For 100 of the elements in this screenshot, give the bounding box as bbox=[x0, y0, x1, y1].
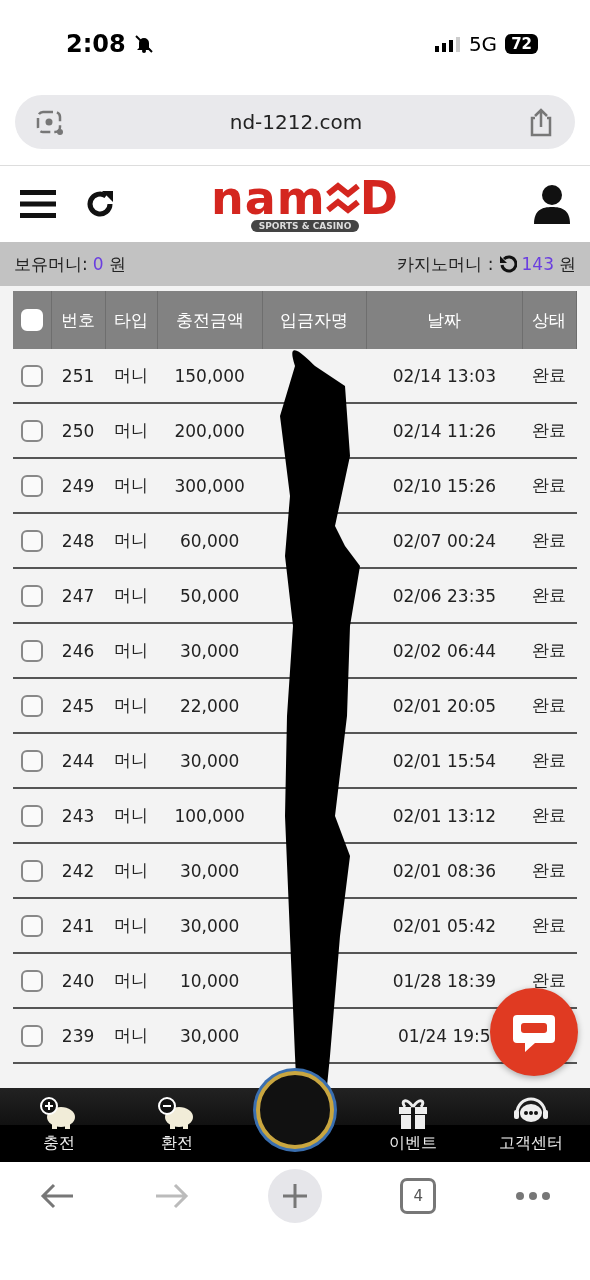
type-cell: 머니 bbox=[105, 733, 158, 788]
row-checkbox[interactable] bbox=[21, 859, 43, 882]
casino-label: 카지노머니 : bbox=[397, 252, 494, 276]
row-checkbox[interactable] bbox=[21, 969, 43, 992]
number-cell: 250 bbox=[51, 403, 106, 458]
more-icon[interactable] bbox=[514, 1191, 551, 1201]
wallet-unit: 원 bbox=[108, 252, 126, 276]
type-cell: 머니 bbox=[105, 403, 158, 458]
date-cell: 02/02 06:44 bbox=[366, 623, 523, 678]
date-cell: 02/01 20:05 bbox=[366, 678, 523, 733]
row-checkbox[interactable] bbox=[21, 584, 43, 607]
number-cell: 246 bbox=[51, 623, 106, 678]
battery-level: 72 bbox=[505, 34, 538, 54]
type-cell: 머니 bbox=[105, 843, 158, 898]
address-bar[interactable]: nd-1212.com bbox=[15, 95, 575, 149]
column-header: 충전금액 bbox=[157, 291, 263, 349]
status-cell: 완료 bbox=[522, 458, 577, 513]
tab-count-button[interactable]: 4 bbox=[400, 1178, 437, 1214]
status-cell: 완료 bbox=[522, 733, 577, 788]
number-cell: 243 bbox=[51, 788, 106, 843]
amount-cell: 30,000 bbox=[157, 733, 263, 788]
row-checkbox[interactable] bbox=[21, 694, 43, 717]
row-checkbox[interactable] bbox=[21, 749, 43, 772]
status-time: 2:08 bbox=[66, 30, 126, 58]
date-cell: 02/01 08:36 bbox=[366, 843, 523, 898]
column-header: 번호 bbox=[51, 291, 106, 349]
refresh-icon[interactable] bbox=[86, 189, 116, 219]
row-checkbox[interactable] bbox=[21, 1024, 43, 1047]
amount-cell: 22,000 bbox=[157, 678, 263, 733]
row-checkbox[interactable] bbox=[21, 364, 43, 387]
select-all-checkbox[interactable] bbox=[20, 309, 43, 331]
status-cell: 완료 bbox=[522, 513, 577, 568]
type-cell: 머니 bbox=[105, 623, 158, 678]
type-cell: 머니 bbox=[105, 678, 158, 733]
status-cell: 완료 bbox=[522, 623, 577, 678]
date-cell: 02/01 05:42 bbox=[366, 898, 523, 953]
nav-tab[interactable]: 이벤트 bbox=[354, 1088, 472, 1162]
type-cell: 머니 bbox=[105, 513, 158, 568]
column-header: 입금자명 bbox=[262, 291, 367, 349]
date-cell: 02/10 15:26 bbox=[366, 458, 523, 513]
status-cell: 완료 bbox=[522, 403, 577, 458]
row-checkbox[interactable] bbox=[21, 914, 43, 937]
wallet-label: 보유머니: bbox=[14, 252, 88, 276]
date-cell: 02/14 11:26 bbox=[366, 403, 523, 458]
number-cell: 241 bbox=[51, 898, 106, 953]
amount-cell: 30,000 bbox=[157, 623, 263, 678]
number-cell: 249 bbox=[51, 458, 106, 513]
amount-cell: 100,000 bbox=[157, 788, 263, 843]
number-cell: 245 bbox=[51, 678, 106, 733]
row-checkbox[interactable] bbox=[21, 639, 43, 662]
status-cell: 완료 bbox=[522, 678, 577, 733]
date-cell: 02/07 00:24 bbox=[366, 513, 523, 568]
status-cell: 완료 bbox=[522, 349, 577, 403]
plus-icon bbox=[280, 1182, 309, 1210]
network-label: 5G bbox=[468, 32, 498, 56]
nav-tab[interactable]: 환전 bbox=[118, 1088, 236, 1162]
wallet-amount: 0 bbox=[92, 254, 104, 274]
nav-tab[interactable]: 충전 bbox=[0, 1088, 118, 1162]
status-cell: 완료 bbox=[522, 568, 577, 623]
amount-cell: 150,000 bbox=[157, 349, 263, 403]
date-cell: 02/06 23:35 bbox=[366, 568, 523, 623]
status-cell: 완료 bbox=[522, 788, 577, 843]
column-header: 날짜 bbox=[366, 291, 523, 349]
new-tab-button[interactable] bbox=[267, 1169, 322, 1223]
casino-amount: 143 bbox=[521, 254, 554, 274]
row-checkbox[interactable] bbox=[21, 529, 43, 552]
amount-cell: 10,000 bbox=[157, 953, 263, 1008]
row-checkbox[interactable] bbox=[21, 474, 43, 497]
type-cell: 머니 bbox=[105, 1008, 158, 1063]
row-checkbox[interactable] bbox=[21, 804, 43, 827]
casino-unit: 원 bbox=[559, 252, 576, 276]
amount-cell: 30,000 bbox=[157, 843, 263, 898]
refresh-icon[interactable] bbox=[498, 255, 517, 273]
status-cell: 완료 bbox=[522, 843, 577, 898]
user-icon[interactable] bbox=[534, 184, 570, 224]
date-cell: 02/01 13:12 bbox=[366, 788, 523, 843]
number-cell: 240 bbox=[51, 953, 106, 1008]
type-cell: 머니 bbox=[105, 349, 158, 403]
number-cell: 242 bbox=[51, 843, 106, 898]
date-cell: 02/01 15:54 bbox=[366, 733, 523, 788]
number-cell: 247 bbox=[51, 568, 106, 623]
type-cell: 머니 bbox=[105, 568, 158, 623]
amount-cell: 200,000 bbox=[157, 403, 263, 458]
type-cell: 머니 bbox=[105, 788, 158, 843]
amount-cell: 30,000 bbox=[157, 898, 263, 953]
date-cell: 02/14 13:03 bbox=[366, 349, 523, 403]
column-header: 타입 bbox=[105, 291, 158, 349]
gift-icon bbox=[396, 1096, 430, 1129]
back-icon[interactable] bbox=[39, 1182, 76, 1210]
row-checkbox[interactable] bbox=[21, 419, 43, 442]
center-nav-button[interactable] bbox=[256, 1071, 334, 1149]
number-cell: 244 bbox=[51, 733, 106, 788]
menu-icon[interactable] bbox=[20, 189, 56, 219]
url-text: nd-1212.com bbox=[229, 110, 363, 134]
amount-cell: 300,000 bbox=[157, 458, 263, 513]
type-cell: 머니 bbox=[105, 898, 158, 953]
type-cell: 머니 bbox=[105, 953, 158, 1008]
number-cell: 248 bbox=[51, 513, 106, 568]
column-header: 상태 bbox=[522, 291, 577, 349]
nav-tab[interactable]: 고객센터 bbox=[472, 1088, 590, 1162]
